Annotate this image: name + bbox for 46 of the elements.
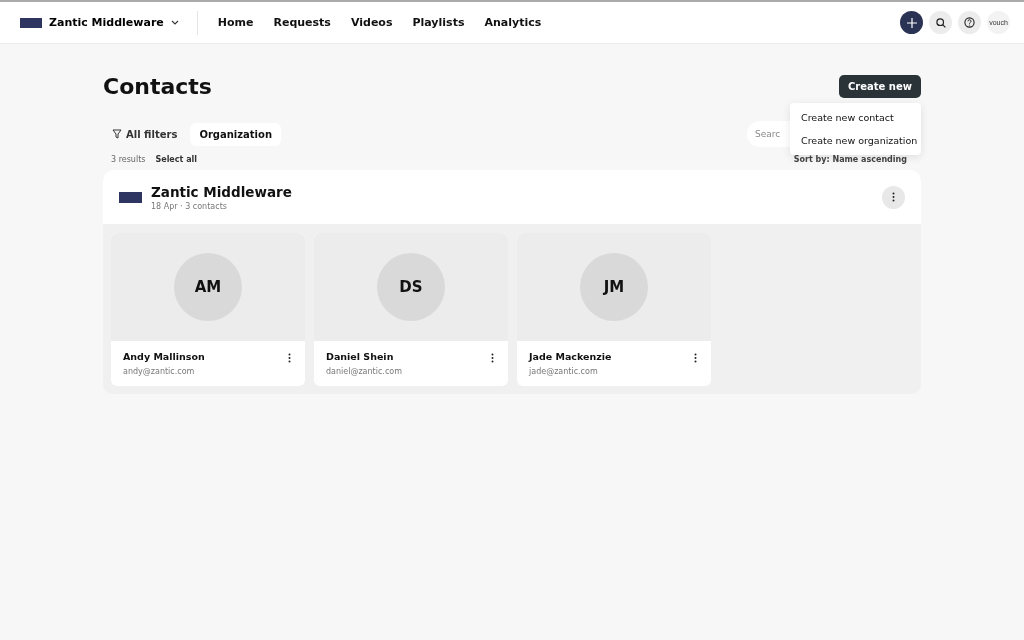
nav-link[interactable]: Home xyxy=(207,10,264,35)
more-button[interactable] xyxy=(692,351,699,365)
organization-meta: 18 Apr · 3 contacts xyxy=(151,201,228,211)
menu-item[interactable]: Create new contact xyxy=(790,106,921,129)
contact-email: andy@zantic.com xyxy=(123,367,196,376)
nav-link[interactable]: Playlists xyxy=(402,10,475,35)
menu-item[interactable]: Create new organization xyxy=(790,129,921,152)
avatar: AM xyxy=(174,253,242,321)
plus-icon xyxy=(906,17,917,28)
workspace-switcher[interactable]: Zantic Middleware xyxy=(14,10,197,35)
select-all-link[interactable]: Select all xyxy=(155,155,198,164)
filter-chip[interactable]: All filters xyxy=(103,122,187,146)
sort-control[interactable]: Sort by: Name ascending xyxy=(793,155,921,164)
filter-icon xyxy=(112,129,122,139)
contact-card[interactable]: DS Daniel Shein daniel@zantic.com xyxy=(314,233,508,386)
contact-card[interactable]: AM Andy Mallinson andy@zantic.com xyxy=(111,233,305,386)
organization-logo xyxy=(119,191,142,203)
nav-link[interactable]: Videos xyxy=(340,10,403,35)
more-icon xyxy=(491,353,494,363)
search-icon xyxy=(935,17,946,28)
create-new-button[interactable]: Create new xyxy=(839,75,921,98)
more-icon xyxy=(288,353,291,363)
logo-icon xyxy=(20,17,42,28)
avatar: JM xyxy=(580,253,648,321)
nav-link[interactable]: Requests xyxy=(263,10,341,35)
nav-link[interactable]: Analytics xyxy=(474,10,552,35)
contact-card[interactable]: JM Jade Mackenzie jade@zantic.com xyxy=(517,233,711,386)
help-icon xyxy=(964,17,975,28)
more-button[interactable] xyxy=(286,351,293,365)
more-button[interactable] xyxy=(489,351,496,365)
page-title: Contacts xyxy=(103,74,212,99)
more-icon xyxy=(694,353,697,363)
contact-name: Daniel Shein xyxy=(326,351,395,362)
organization-name: Zantic Middleware xyxy=(151,183,292,200)
more-icon xyxy=(892,192,895,202)
contact-name: Jade Mackenzie xyxy=(529,351,612,362)
contact-email: daniel@zantic.com xyxy=(326,367,402,376)
contact-name: Andy Mallinson xyxy=(123,351,205,362)
filter-chip[interactable]: Organization xyxy=(190,122,282,146)
results-count: 3 results xyxy=(111,155,146,164)
help-button[interactable] xyxy=(958,11,981,34)
avatar: DS xyxy=(377,253,445,321)
search-button[interactable] xyxy=(929,11,952,34)
chevron-icon xyxy=(170,20,179,25)
add-button[interactable] xyxy=(900,11,923,34)
contact-email: jade@zantic.com xyxy=(529,367,599,376)
